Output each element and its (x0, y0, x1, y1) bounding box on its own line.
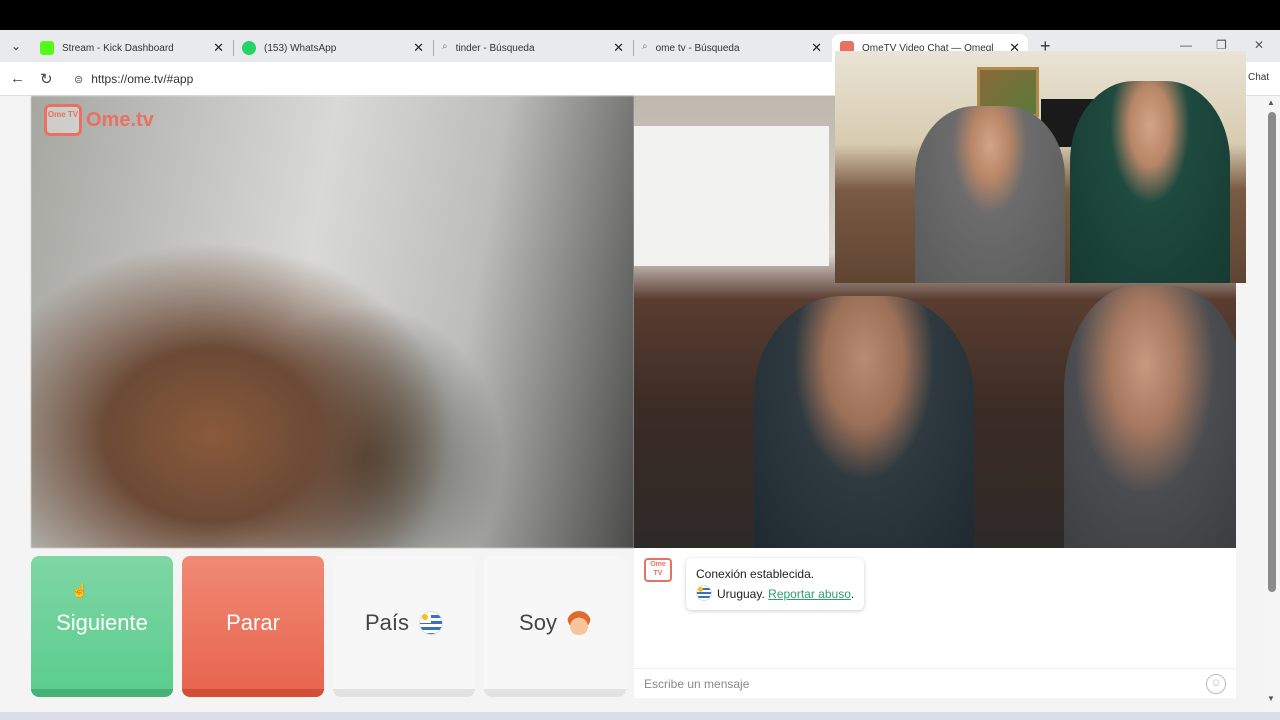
country-label: País (364, 609, 410, 635)
system-message: Conexión establecida. Uruguay. Reportar … (686, 558, 865, 610)
chat-extension-button[interactable]: Chat (1248, 72, 1269, 83)
hand-cursor-icon: ☝ (71, 582, 89, 598)
uruguay-flag-icon (696, 585, 712, 601)
url-text: https://ome.tv/#app (91, 72, 194, 86)
site-info-icon[interactable]: ⊜ (74, 73, 83, 86)
close-icon[interactable]: ✕ (811, 40, 822, 56)
reload-icon[interactable]: ↻ (40, 70, 53, 88)
emoji-icon[interactable]: ☺ (1206, 674, 1226, 694)
tab-ometv-search[interactable]: ⌕ ome tv - Búsqueda ✕ (634, 34, 830, 62)
whatsapp-icon (242, 41, 256, 55)
minimize-icon[interactable]: — (1180, 38, 1192, 52)
logo-text: Ome.tv (86, 108, 154, 131)
tab-label: tinder - Búsqueda (455, 42, 535, 54)
person-figure (754, 296, 974, 548)
tab-label: (153) WhatsApp (264, 42, 337, 54)
scroll-up-icon[interactable]: ▲ (1267, 98, 1275, 107)
gender-label: Soy (519, 609, 557, 635)
close-window-icon[interactable]: ✕ (1254, 38, 1264, 52)
url-field[interactable]: ⊜ https://ome.tv/#app (66, 67, 846, 91)
search-icon: ⌕ (642, 41, 648, 52)
person-figure (1070, 81, 1230, 283)
tab-label: ome tv - Búsqueda (655, 42, 740, 54)
country-button[interactable]: País (333, 556, 475, 697)
kick-icon (40, 41, 54, 55)
window-light (634, 126, 829, 266)
tv-icon: Ome TV (44, 104, 82, 136)
scroll-down-icon[interactable]: ▼ (1267, 694, 1275, 703)
country-text: Uruguay. (717, 587, 765, 601)
search-icon: ⌕ (442, 41, 448, 52)
screen-top-border (0, 0, 1280, 30)
tab-kick-dashboard[interactable]: Stream - Kick Dashboard ✕ (32, 34, 232, 62)
gender-button[interactable]: Soy (484, 556, 626, 697)
next-label: Siguiente (56, 609, 148, 635)
close-icon[interactable]: ✕ (413, 40, 424, 56)
boy-icon (566, 610, 591, 635)
close-icon[interactable]: ✕ (613, 40, 624, 56)
tab-whatsapp[interactable]: (153) WhatsApp ✕ (234, 34, 432, 62)
report-abuse-link[interactable]: Reportar abuso (768, 587, 851, 601)
scrollbar-thumb[interactable] (1268, 112, 1276, 592)
stop-label: Parar (226, 609, 280, 635)
next-button[interactable]: Siguiente (31, 556, 173, 697)
uruguay-flag-icon (419, 610, 444, 635)
maximize-icon[interactable]: ❐ (1216, 38, 1227, 52)
back-arrow-icon[interactable]: ← (10, 70, 25, 87)
message-input[interactable]: Escribe un mensaje (634, 668, 1236, 698)
person-figure (1064, 286, 1236, 548)
webcam-overlay (835, 51, 1246, 283)
ometv-chat-icon: Ome TV (644, 558, 672, 582)
taskbar (0, 712, 1280, 720)
scrollbar[interactable]: ▲ ▼ (1264, 96, 1280, 712)
connected-text: Conexión establecida. (696, 567, 815, 581)
close-icon[interactable]: ✕ (213, 40, 224, 56)
tab-label: Stream - Kick Dashboard (62, 42, 174, 54)
ometv-logo: Ome TV Ome.tv (44, 104, 154, 136)
tab-tinder-search[interactable]: ⌕ tinder - Búsqueda ✕ (434, 34, 632, 62)
stop-button[interactable]: Parar (182, 556, 324, 697)
tab-search-button[interactable]: ⌄ (6, 36, 26, 56)
partner-video (31, 96, 634, 548)
person-figure (915, 106, 1065, 283)
